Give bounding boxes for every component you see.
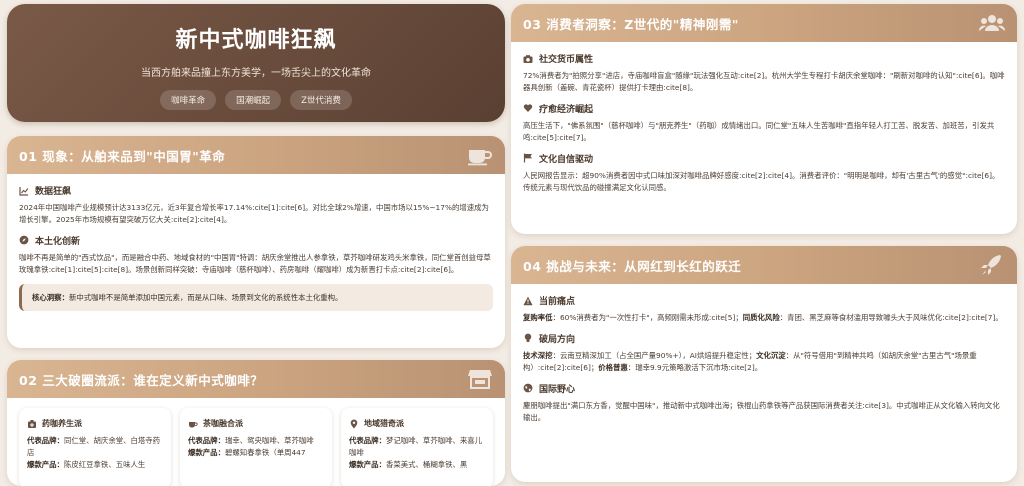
school-card-herbal[interactable]: 药咖养生派 代表品牌：同仁堂、胡庆余堂、白塔寺药店 爆款产品：陈皮红豆拿铁、五味…: [19, 408, 171, 486]
warning-icon: [523, 296, 533, 305]
section-text: 高压生活下，"佛系氛围"（慈杯咖啡）与"朋克养生"（药咖）成情绪出口。同仁堂"五…: [523, 120, 995, 142]
section-text: 72%消费者为"拍照分享"进店，寺庙咖啡盲盒"随缘"玩法强化互动:cite[2]…: [523, 71, 1005, 92]
shop-icon: [468, 370, 492, 389]
body-text: 麈朋咖啡提出"满口东方香，觉醒中国味"，推动新中式咖啡出海；铁棍山药拿铁等产品获…: [523, 400, 1000, 422]
card-title: 02 三大破圈流派：谁在定义新中式咖啡？: [19, 372, 264, 388]
section-text: 复购率低：60%消费者为"一次性打卡"，高频刚需未形成:cite[5]；同质化风…: [523, 312, 1005, 324]
insight-text: 新中式咖啡不是简单添加中国元素，而是从口味、场景到文化的系统性本土化重构。: [68, 292, 343, 302]
brand-label: 代表品牌：: [188, 436, 225, 445]
teacup-icon: [189, 421, 198, 427]
section-text: 2024年中国咖啡产业规模预计达3133亿元，近3年复合增长率17.14%:ci…: [19, 203, 489, 224]
section-localization: 本土化创新 咖啡不再是简单的"西式饮品"，而是融合中药、地域食材的"中国胃"特调…: [19, 234, 493, 276]
brand-text: 瑞幸、鸳央咖啡、草芥咖啡: [224, 436, 314, 445]
body-text: ：青团、黑芝麻等食材滥用导致噱头大于风味优化:cite[2]:cite[7]。: [779, 313, 1003, 322]
emphasis-text: 价格普惠: [598, 362, 628, 372]
tag-list: 咖啡革命 国潮崛起 Z世代消费: [7, 90, 505, 110]
section-social-currency: 社交货币属性 72%消费者为"拍照分享"进店，寺庙咖啡盲盒"随缘"玩法强化互动:…: [523, 52, 1005, 94]
school-title: 药咖养生派: [42, 419, 82, 428]
users-icon: [979, 15, 1005, 31]
section-title: 社交货币属性: [539, 55, 594, 65]
card-title: 04 挑战与未来：从网红到长红的跃迁: [523, 258, 742, 274]
product-text: 碧螺知春拿铁（单周447: [224, 447, 306, 457]
emphasis-text: 技术深挖: [523, 350, 553, 360]
globe-icon: [523, 384, 533, 393]
section-global-ambition: 国际野心 麈朋咖啡提出"满口东方香，觉醒中国味"，推动新中式咖啡出海；铁棍山药拿…: [523, 382, 1005, 424]
tag-gen-z[interactable]: Z世代消费: [290, 90, 352, 110]
brand-label: 代表品牌：: [349, 436, 386, 445]
chart-line-icon: [19, 186, 29, 196]
camera-icon: [523, 54, 533, 63]
school-card-regional[interactable]: 地域猎奇派 代表品牌：梦记咖啡、草芥咖啡、来喜儿咖啡 爆款产品：香菜美式、桶糊拿…: [341, 408, 493, 486]
card-consumer-insight: 03 消费者洞察：Z世代的"精神刚需" 社交货币属性 72%消费者为"拍照分享"…: [511, 4, 1017, 234]
section-title: 文化自信驱动: [539, 154, 594, 165]
page-title: 新中式咖啡狂飙: [175, 28, 337, 53]
section-healing-economy: 疗愈经济崛起 高压生活下，"佛系氛围"（慈杯咖啡）与"朋克养生"（药咖）成情绪出…: [523, 102, 1005, 144]
body-text: ：60%消费者为"一次性打卡"，高频刚需未形成:cite[5]；: [552, 313, 743, 322]
section-text: 麈朋咖啡提出"满口东方香，觉醒中国味"，推动新中式咖啡出海；铁棍山药拿铁等产品获…: [523, 400, 1005, 424]
tag-coffee-revolution[interactable]: 咖啡革命: [160, 90, 217, 110]
school-title: 地域猎奇派: [364, 419, 404, 428]
section-title: 本土化创新: [35, 236, 81, 247]
map-pin-icon: [350, 419, 358, 428]
product-label: 爆款产品：: [349, 459, 386, 469]
lightbulb-icon: [524, 334, 532, 343]
section-data-surge: 数据狂飙 2024年中国咖啡产业规模预计达3133亿元，近3年复合增长率17.1…: [19, 184, 493, 226]
section-pain-points: 当前痛点 复购率低：60%消费者为"一次性打卡"，高频刚需未形成:cite[5]…: [523, 294, 1005, 324]
section-text: 人民网报告显示：超90%消费者因中式口味加深对咖啡品牌好感度:cite[2]:c…: [523, 170, 1000, 192]
product-text: 香菜美式、桶糊拿铁、黑: [385, 459, 468, 469]
card-header: 03 消费者洞察：Z世代的"精神刚需": [511, 4, 1017, 42]
section-cultural-confidence: 文化自信驱动 人民网报告显示：超90%消费者因中式口味加深对咖啡品牌好感度:ci…: [523, 152, 1005, 194]
card-header: 02 三大破圈流派：谁在定义新中式咖啡？: [7, 360, 505, 398]
section-breakthrough: 破局方向 技术深挖：云南豆精深加工（占全国产量90%+），AI烘焙提升稳定性；文…: [523, 332, 1005, 374]
medicine-box-icon: [28, 419, 36, 428]
section-title: 疗愈经济崛起: [539, 104, 594, 115]
section-text: 技术深挖：云南豆精深加工（占全国产量90%+），AI烘焙提升稳定性；文化沉淀：从…: [523, 350, 1005, 374]
product-label: 爆款产品：: [188, 447, 225, 457]
flag-icon: [523, 153, 532, 163]
body-text: ：云南豆精深加工（占全国产量90%+），AI烘焙提升稳定性；: [552, 350, 757, 360]
page-subtitle: 当西方舶来品撞上东方美学，一场舌尖上的文化革命: [141, 68, 371, 79]
section-title: 当前痛点: [539, 297, 576, 307]
insight-label: 核心洞察：: [32, 292, 69, 302]
core-insight-box: 核心洞察：新中式咖啡不是简单添加中国元素，而是从口味、场景到文化的系统性本土化重…: [19, 283, 493, 311]
brand-label: 代表品牌：: [27, 436, 64, 445]
card-header: 04 挑战与未来：从网红到长红的跃迁: [511, 246, 1017, 284]
tag-guochao[interactable]: 国潮崛起: [225, 90, 282, 110]
product-text: 陈皮红豆拿铁、五味人生: [63, 459, 146, 469]
card-phenomenon: 01 现象：从舶来品到"中国胃"革命 数据狂飙 2024年中国咖啡产业规模预计达…: [7, 136, 505, 348]
card-schools: 02 三大破圈流派：谁在定义新中式咖啡？ 药咖养生派 代表品牌：同仁堂、胡庆余堂…: [7, 360, 505, 486]
body-text: ：瑞幸9.9元策略激活下沉市场:cite[2]。: [627, 362, 763, 372]
section-title: 国际野心: [539, 384, 576, 395]
emphasis-text: 文化沉淀: [756, 350, 786, 360]
section-title: 破局方向: [539, 334, 576, 345]
hero-banner: 新中式咖啡狂飙 当西方舶来品撞上东方美学，一场舌尖上的文化革命 咖啡革命 国潮崛…: [7, 4, 505, 122]
heart-icon: [523, 104, 533, 113]
section-text: 咖啡不再是简单的"西式饮品"，而是融合中药、地域食材的"中国胃"特调：胡庆余堂推…: [19, 252, 491, 274]
school-title: 茶咖融合派: [203, 419, 243, 428]
card-title: 01 现象：从舶来品到"中国胃"革命: [19, 148, 226, 164]
compass-icon: [19, 236, 29, 245]
coffee-cup-icon: [468, 150, 492, 166]
emphasis-text: 同质化风险: [742, 313, 780, 322]
card-header: 01 现象：从舶来品到"中国胃"革命: [7, 136, 505, 174]
section-title: 数据狂飙: [35, 187, 72, 197]
product-label: 爆款产品：: [27, 459, 64, 469]
card-title: 03 消费者洞察：Z世代的"精神刚需": [523, 16, 739, 32]
school-card-tea[interactable]: 茶咖融合派 代表品牌：瑞幸、鸳央咖啡、草芥咖啡 爆款产品：碧螺知春拿铁（单周44…: [180, 408, 332, 486]
emphasis-text: 复购率低: [523, 313, 553, 322]
card-challenges-future: 04 挑战与未来：从网红到长红的跃迁 当前痛点 复购率低：60%消费者为"一次性…: [511, 246, 1017, 482]
rocket-icon: [981, 255, 1001, 275]
